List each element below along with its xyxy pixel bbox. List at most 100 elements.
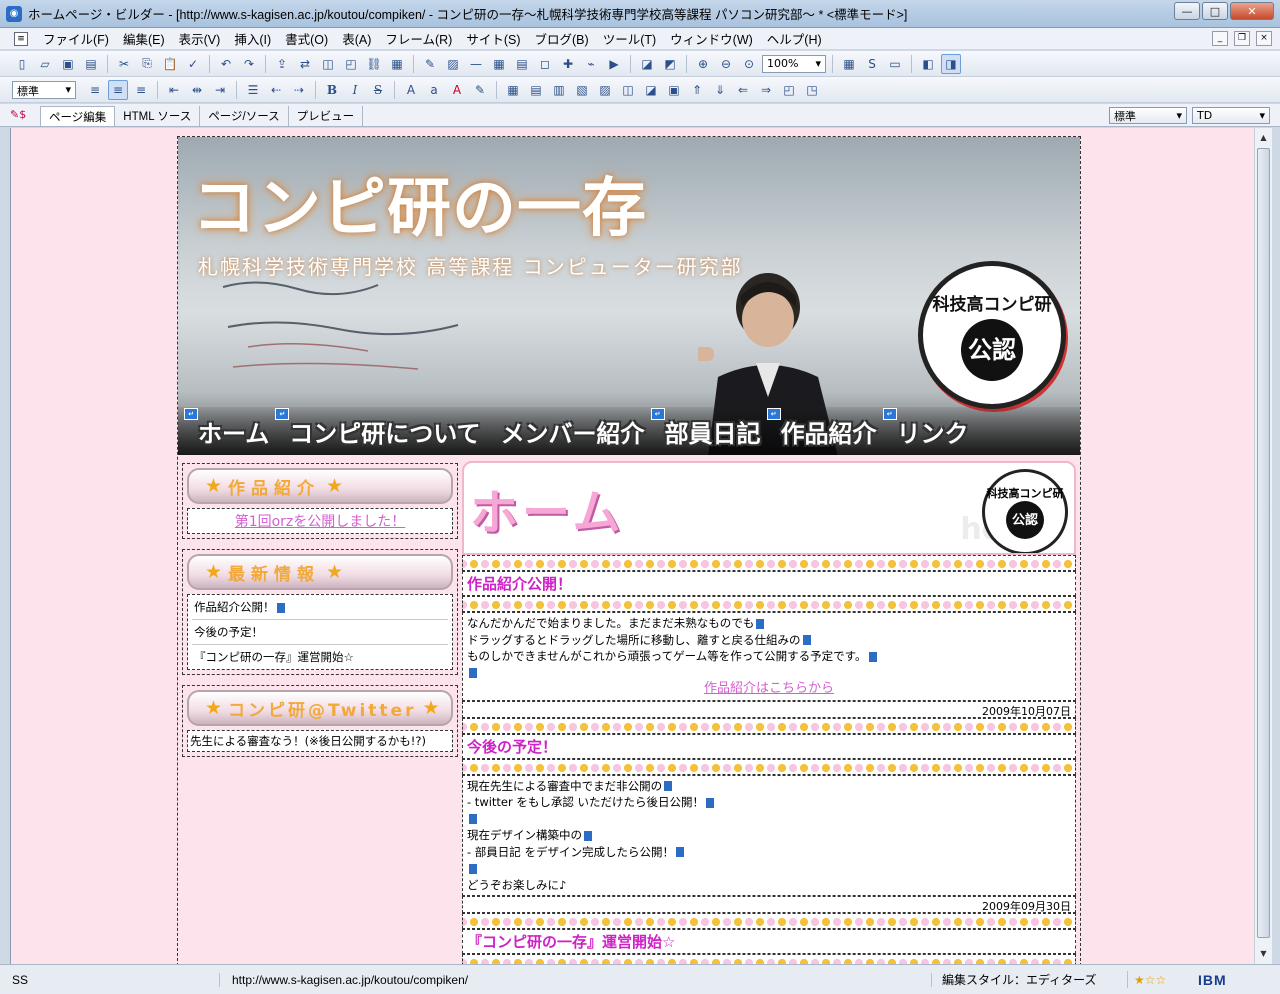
indent-center-icon[interactable]: ⇹	[187, 80, 207, 100]
publish-icon[interactable]: ⇪	[272, 54, 292, 74]
undo-icon[interactable]: ↶	[216, 54, 236, 74]
zoom-select[interactable]: 100% ▾	[762, 54, 826, 73]
zoom-in-icon[interactable]: ⊕	[693, 54, 713, 74]
menu-help[interactable]: ヘルプ(H)	[760, 29, 829, 48]
table-icon[interactable]: ▦	[503, 80, 523, 100]
nav-links[interactable]: ↵ リンク	[882, 407, 975, 449]
outdent-icon[interactable]: ⇠	[266, 80, 286, 100]
nav-diary[interactable]: ↵ 部員日記	[650, 407, 767, 449]
save-icon[interactable]: ▣	[58, 54, 78, 74]
menu-site[interactable]: サイト(S)	[459, 29, 527, 48]
tab-preview[interactable]: プレビュー	[289, 106, 364, 126]
view-mode-icon[interactable]: ◨	[941, 53, 961, 74]
image-tool-icon[interactable]: ▦	[387, 54, 407, 74]
strikethrough-icon[interactable]: S	[368, 80, 388, 100]
menu-format[interactable]: 書式(O)	[278, 29, 335, 48]
redo-icon[interactable]: ↷	[239, 54, 259, 74]
menu-view[interactable]: 表示(V)	[172, 29, 228, 48]
indent-icon[interactable]: ⇢	[289, 80, 309, 100]
tag-select[interactable]: TD ▾	[1192, 107, 1270, 124]
table-style-icon[interactable]: ◳	[802, 80, 822, 100]
vertical-scrollbar[interactable]: ▲ ▼	[1254, 128, 1272, 964]
save-all-icon[interactable]: ▤	[81, 54, 101, 74]
menu-window[interactable]: ウィンドウ(W)	[663, 29, 760, 48]
insert-media-icon[interactable]: ▶	[604, 54, 624, 74]
table-insert-column-icon[interactable]: ▥	[549, 80, 569, 100]
zoom-out-icon[interactable]: ⊖	[716, 54, 736, 74]
insert-plugin-icon[interactable]: ✚	[558, 54, 578, 74]
nav-members[interactable]: メンバー紹介	[495, 414, 651, 449]
font-larger-icon[interactable]: A	[401, 80, 421, 100]
menu-blog[interactable]: ブログ(B)	[528, 29, 596, 48]
table-delete-column-icon[interactable]: ▨	[595, 80, 615, 100]
preview-browser-icon[interactable]: ◫	[318, 54, 338, 74]
site-view-icon[interactable]: ◰	[341, 54, 361, 74]
document-icon[interactable]: ≡	[14, 31, 28, 46]
link-check-icon[interactable]: ⛓	[364, 54, 384, 74]
maximize-button[interactable]: □	[1202, 2, 1228, 20]
pencil-icon[interactable]: ✎	[420, 54, 440, 74]
horizontal-line-icon[interactable]: —	[466, 54, 486, 74]
insert-form-icon[interactable]: ▤	[512, 54, 532, 74]
works-link[interactable]: 第1回orzを公開しました！	[188, 509, 452, 533]
insert-col-left-icon[interactable]: ⇐	[733, 80, 753, 100]
indent-right-icon[interactable]: ⇥	[210, 80, 230, 100]
panel-icon[interactable]: ◧	[918, 54, 938, 74]
cell-split-icon[interactable]: ◪	[641, 80, 661, 100]
tab-page-edit[interactable]: ページ編集	[40, 106, 116, 126]
insert-script-icon[interactable]: ⌁	[581, 54, 601, 74]
insert-table-icon[interactable]: ▦	[489, 54, 509, 74]
table-layout-icon[interactable]: ◰	[779, 80, 799, 100]
indent-left-icon[interactable]: ⇤	[164, 80, 184, 100]
nav-about[interactable]: ↵ コンピ研について	[275, 407, 486, 449]
nav-works[interactable]: ↵ 作品紹介	[766, 407, 883, 449]
frame-icon[interactable]: ▭	[885, 54, 905, 74]
open-folder-icon[interactable]: ▱	[35, 54, 55, 74]
nav-home[interactable]: ↵ ホーム	[184, 407, 275, 449]
bold-icon[interactable]: B	[322, 80, 342, 100]
new-file-icon[interactable]: ▯	[12, 54, 32, 74]
italic-icon[interactable]: I	[345, 80, 365, 100]
insert-col-right-icon[interactable]: ⇒	[756, 80, 776, 100]
scroll-up-icon[interactable]: ▲	[1256, 130, 1271, 146]
close-button[interactable]: ✕	[1230, 2, 1274, 20]
doc-restore-button[interactable]: ❐	[1234, 31, 1250, 46]
scroll-down-icon[interactable]: ▼	[1256, 946, 1271, 962]
font-color-icon[interactable]: A	[447, 80, 467, 100]
menu-file[interactable]: ファイル(F)	[36, 29, 116, 48]
table-insert-row-icon[interactable]: ▤	[526, 80, 546, 100]
align-center-icon[interactable]: ≡	[108, 79, 128, 100]
layout-grid-icon[interactable]: ▦	[839, 54, 859, 74]
doc-close-button[interactable]: ×	[1256, 31, 1272, 46]
style-icon[interactable]: S	[862, 54, 882, 74]
align-left-icon[interactable]: ≡	[85, 80, 105, 100]
paste-icon[interactable]: 📋	[160, 54, 180, 74]
insert-row-below-icon[interactable]: ⇓	[710, 80, 730, 100]
insert-image-icon[interactable]: ▨	[443, 54, 463, 74]
cell-merge-icon[interactable]: ◫	[618, 80, 638, 100]
align-right-icon[interactable]: ≡	[131, 80, 151, 100]
webart-icon[interactable]: ◩	[660, 54, 680, 74]
menu-edit[interactable]: 編集(E)	[116, 29, 172, 48]
table-delete-row-icon[interactable]: ▧	[572, 80, 592, 100]
transfer-icon[interactable]: ⇄	[295, 54, 315, 74]
tab-html-source[interactable]: HTML ソース	[115, 106, 201, 126]
cut-icon[interactable]: ✂	[114, 54, 134, 74]
menu-tools[interactable]: ツール(T)	[596, 29, 663, 48]
font-smaller-icon[interactable]: a	[424, 80, 444, 100]
insert-layer-icon[interactable]: ◻	[535, 54, 555, 74]
cell-properties-icon[interactable]: ▣	[664, 80, 684, 100]
menu-insert[interactable]: 挿入(I)	[227, 29, 278, 48]
works-page-link[interactable]: 作品紹介はこちらから	[467, 681, 1071, 698]
insert-row-above-icon[interactable]: ⇑	[687, 80, 707, 100]
style-select[interactable]: 標準 ▾	[1109, 107, 1187, 124]
tab-page-source[interactable]: ページ/ソース	[200, 106, 289, 126]
minimize-button[interactable]: —	[1174, 2, 1200, 20]
spellcheck-icon[interactable]: ✓	[183, 54, 203, 74]
editor-canvas[interactable]: コンピ研の一存 札幌科学技術専門学校 高等課程 コンピューター研究部 科技高コン…	[10, 128, 1254, 964]
menu-frame[interactable]: フレーム(R)	[378, 29, 459, 48]
bullet-list-icon[interactable]: ☰	[243, 80, 263, 100]
highlight-icon[interactable]: ✎	[470, 80, 490, 100]
copy-icon[interactable]: ⎘	[137, 54, 157, 74]
chart-icon[interactable]: ◪	[637, 54, 657, 74]
